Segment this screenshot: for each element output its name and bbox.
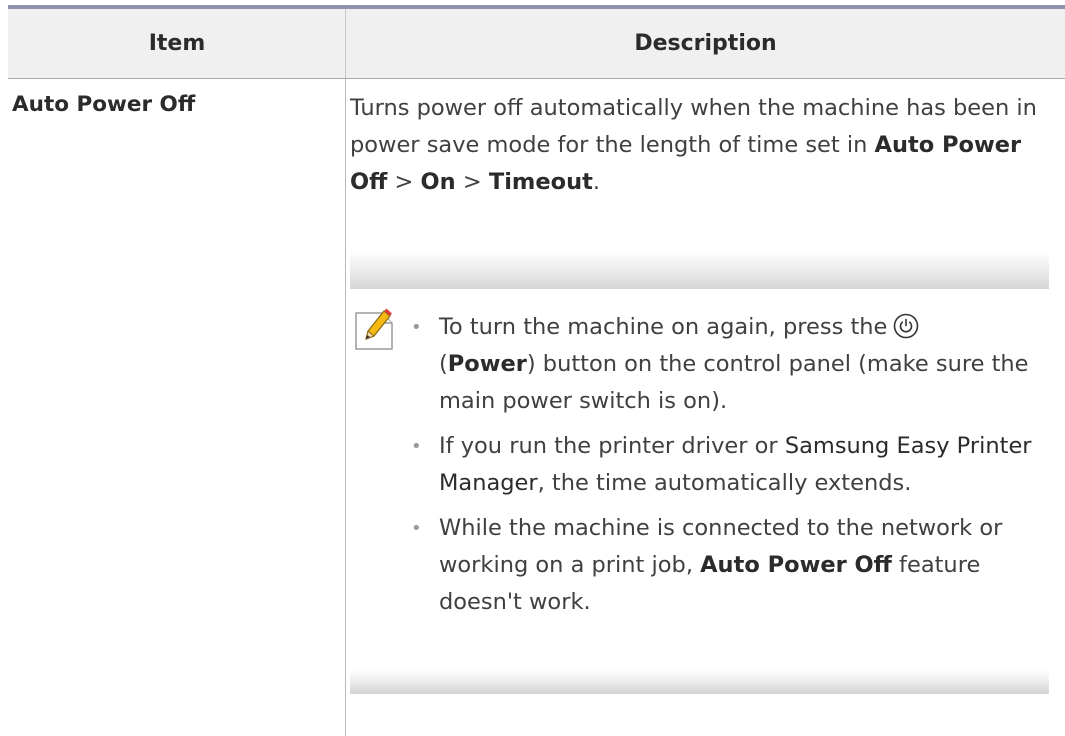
bullet-dot: • bbox=[411, 436, 422, 457]
power-icon bbox=[894, 313, 919, 339]
auto-power-off-label: Auto Power Off bbox=[700, 552, 892, 578]
menu-path-on: On bbox=[420, 169, 456, 195]
power-label: Power bbox=[447, 351, 527, 377]
note-bottom-bar bbox=[350, 670, 1049, 694]
note-bullet-list: • To turn the machine on again, press the… bbox=[410, 309, 1050, 629]
note-pencil-icon bbox=[355, 308, 393, 350]
bullet-1-text-c: ) button on the control panel (make sure… bbox=[439, 351, 1029, 414]
note-bullet-2: • If you run the printer driver or Samsun… bbox=[410, 428, 1050, 502]
menu-path-separator: > bbox=[455, 169, 489, 195]
note-bullet-3: • While the machine is connected to the n… bbox=[410, 510, 1050, 621]
bullet-1-text-b: ( bbox=[439, 351, 448, 377]
item-cell-auto-power-off: Auto Power Off bbox=[12, 92, 196, 117]
description-period: . bbox=[592, 169, 601, 195]
bullet-dot: • bbox=[411, 317, 422, 338]
bullet-dot: • bbox=[411, 518, 422, 539]
bullet-1-text-a: To turn the machine on again, press the bbox=[439, 314, 888, 340]
note-bullet-1: • To turn the machine on again, press the… bbox=[410, 309, 1050, 420]
header-description: Description bbox=[634, 31, 777, 56]
header-item: Item bbox=[148, 31, 206, 56]
menu-path-timeout: Timeout bbox=[488, 169, 593, 195]
bullet-2-text-a: If you run the printer driver or bbox=[439, 433, 785, 459]
menu-path-separator: > bbox=[387, 169, 421, 195]
column-divider bbox=[345, 79, 346, 736]
header-bottom-rule bbox=[8, 78, 1065, 79]
description-text: Turns power off automatically when the m… bbox=[350, 90, 1040, 201]
header-column-divider bbox=[345, 9, 346, 78]
table-header-row: Item Description bbox=[8, 9, 1065, 78]
bullet-2-text-b: , the time automatically extends. bbox=[537, 470, 912, 496]
note-top-bar bbox=[350, 251, 1049, 289]
